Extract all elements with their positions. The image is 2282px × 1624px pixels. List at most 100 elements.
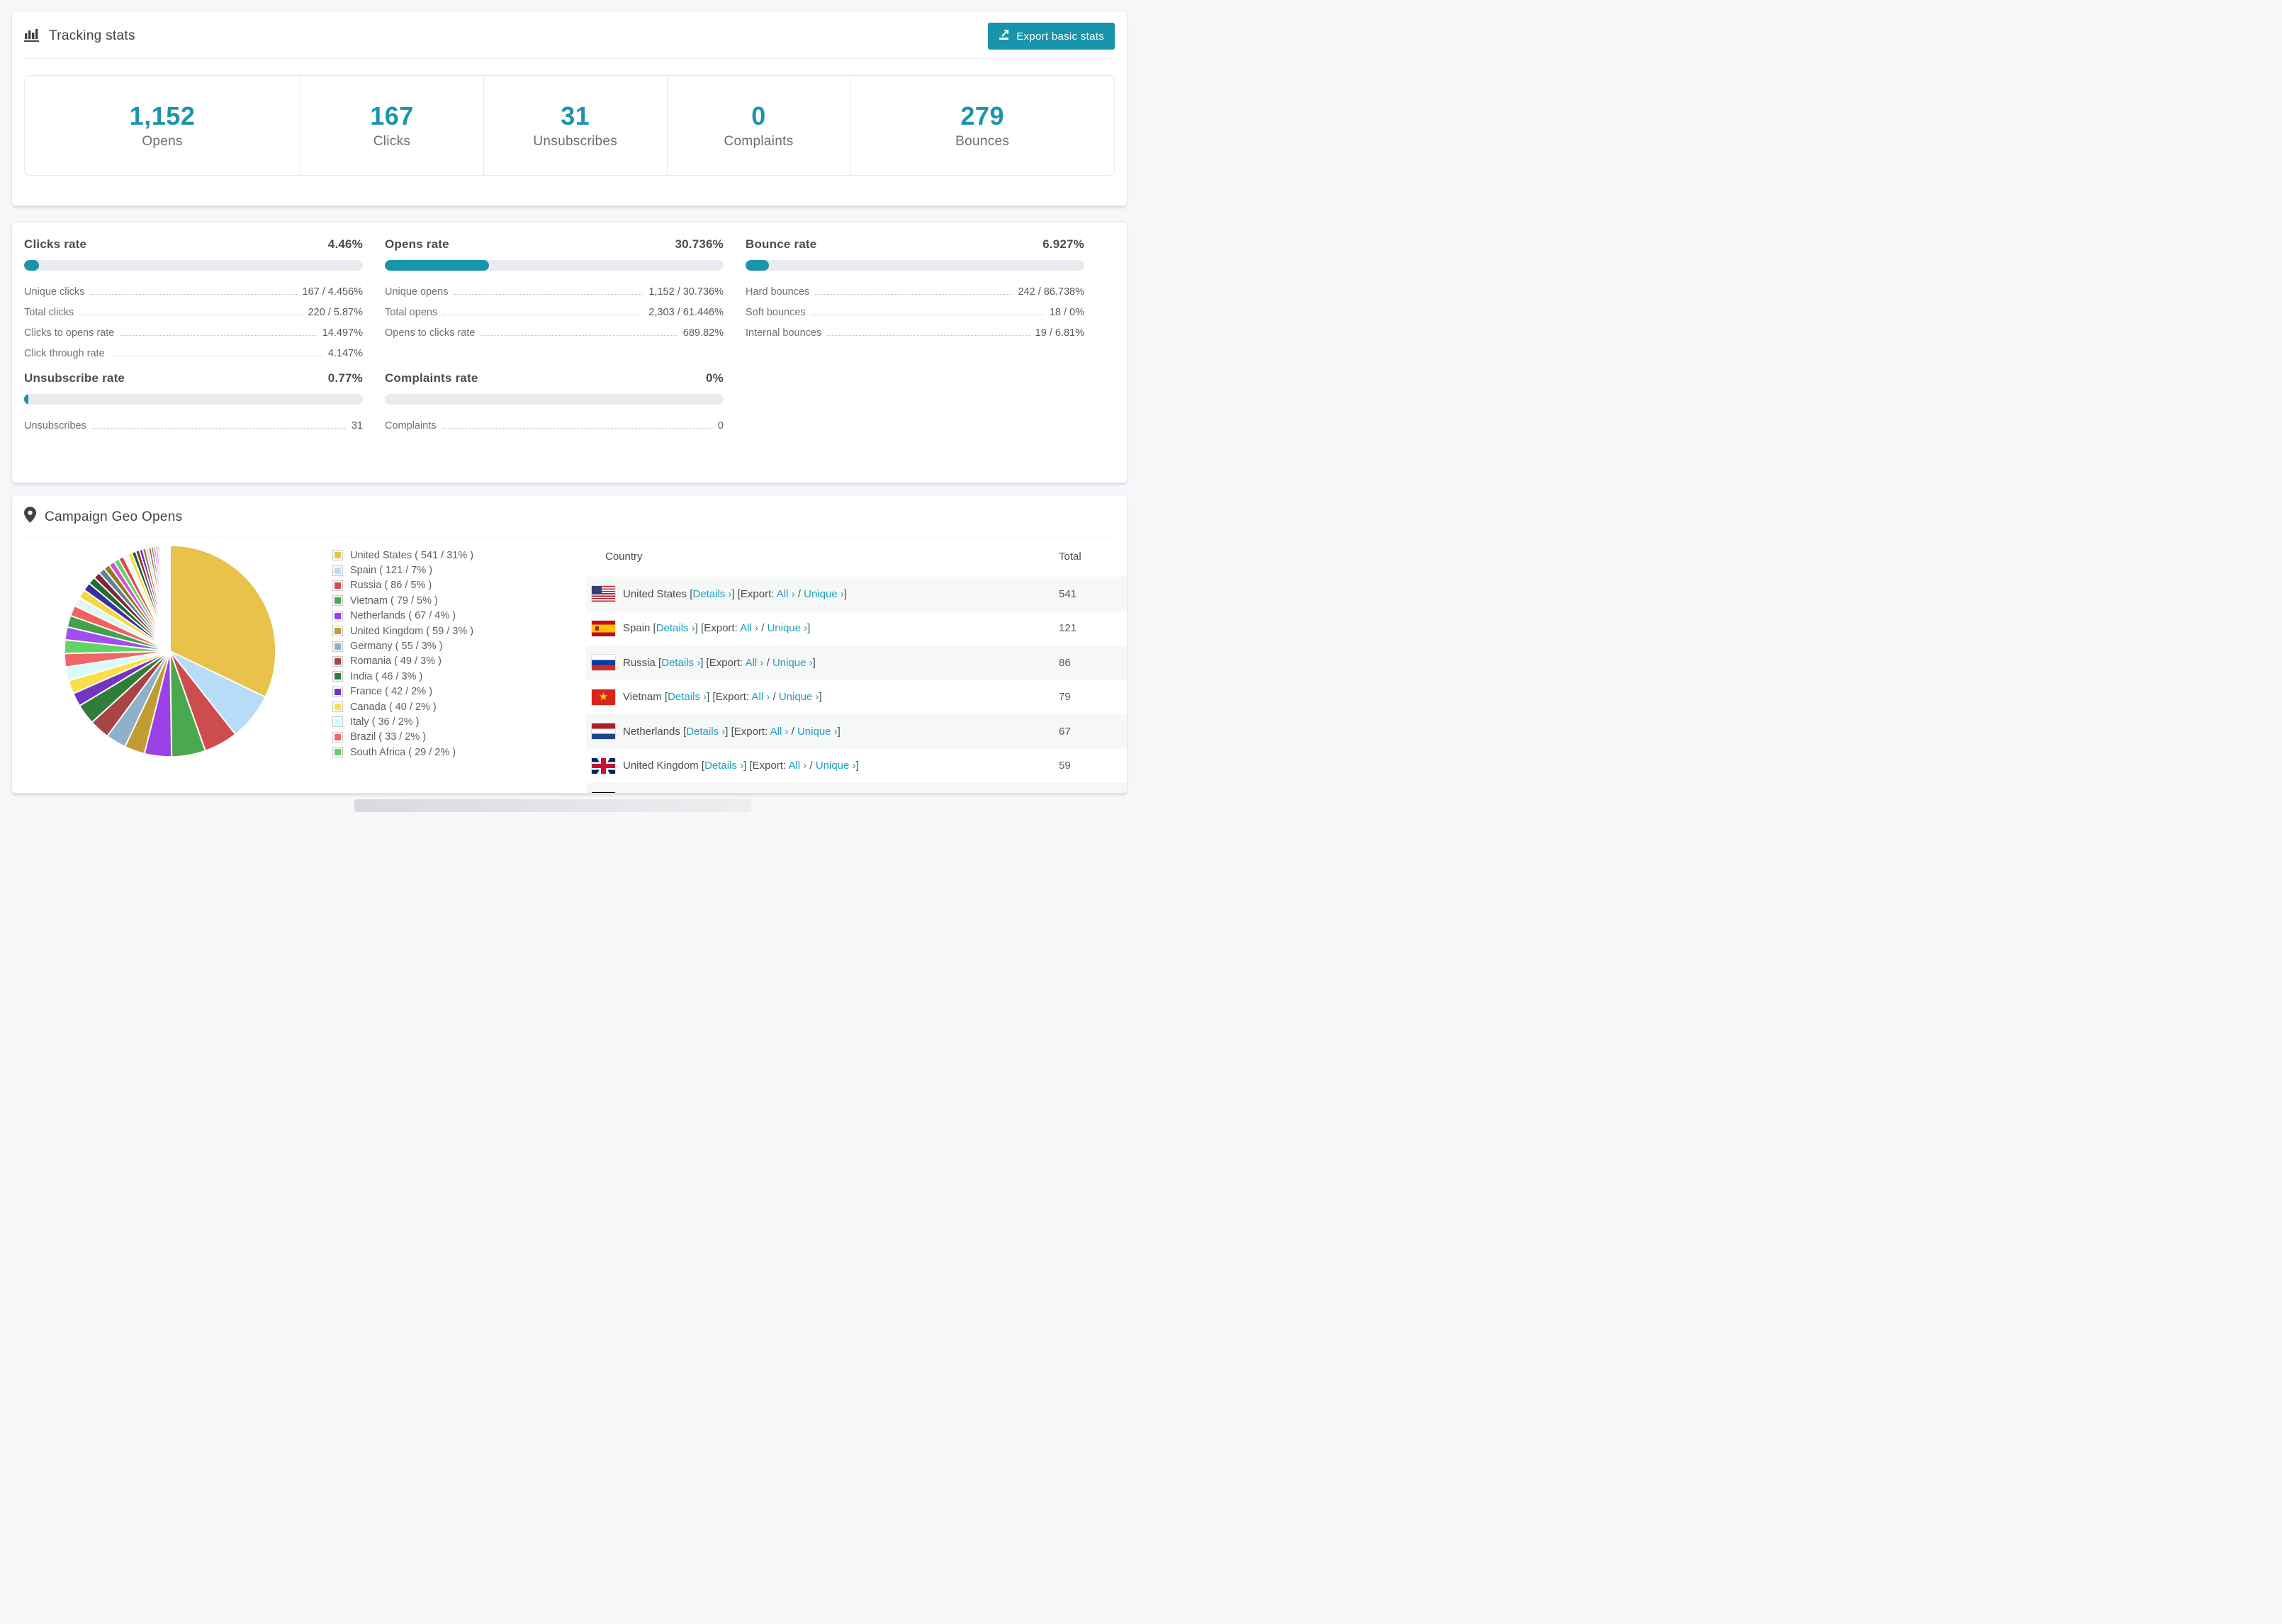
rate-value: 0% — [706, 371, 724, 385]
rate-row-value: 689.82% — [682, 327, 724, 339]
rate-value: 0.77% — [327, 371, 363, 385]
legend-item: Romania ( 49 / 3% ) — [332, 654, 473, 669]
legend-swatch — [332, 565, 343, 576]
details-link[interactable]: Details › — [661, 657, 700, 669]
legend-swatch — [332, 610, 343, 621]
legend-item: France ( 42 / 2% ) — [332, 684, 473, 699]
stat-value: 167 — [370, 101, 414, 130]
stat-label: Unsubscribes — [533, 134, 618, 149]
bar-chart-icon — [24, 27, 40, 46]
legend-swatch — [332, 731, 343, 743]
dotted-leader — [91, 428, 346, 429]
rate-row-label: Complaints — [385, 420, 437, 432]
horizontal-scrollbar-thumb[interactable] — [354, 799, 751, 812]
progress-bar-fill — [746, 260, 770, 271]
rate-title: Clicks rate — [24, 237, 87, 251]
table-row: Russia [Details ›] [Export: All › / Uniq… — [586, 645, 1127, 680]
legend-label: Vietnam ( 79 / 5% ) — [350, 594, 438, 607]
rates-card: Clicks rate 4.46% Unique clicks 167 / 4.456… — [11, 221, 1128, 483]
rate-row: Click through rate 4.147% — [24, 341, 363, 361]
progress-bar-fill — [385, 260, 489, 271]
rate-row-value: 4.147% — [327, 348, 363, 359]
rate-row-value: 1,152 / 30.736% — [648, 286, 724, 298]
legend-swatch — [332, 626, 343, 637]
rate-row: Opens to clicks rate 689.82% — [385, 320, 724, 341]
stat-card: 31 Unsubscribes — [483, 76, 667, 175]
export-all-link[interactable]: All › — [751, 691, 770, 703]
rate-block-header: Clicks rate 4.46% — [24, 237, 363, 252]
export-unique-link[interactable]: Unique › — [797, 726, 838, 738]
export-basic-stats-button[interactable]: Export basic stats — [988, 23, 1115, 50]
details-link[interactable]: Details › — [704, 760, 743, 772]
export-all-link[interactable]: All › — [788, 760, 806, 772]
rate-row-label: Total opens — [385, 307, 438, 318]
total-cell: 86 — [1059, 656, 1071, 669]
rate-row: Total clicks 220 / 5.87% — [24, 300, 363, 320]
legend-item: India ( 46 / 3% ) — [332, 669, 473, 684]
country-cell: Netherlands [Details ›] [Export: All › /… — [586, 723, 1059, 740]
stat-value: 279 — [960, 101, 1004, 130]
table-row: Vietnam [Details ›] [Export: All › / Uni… — [586, 680, 1127, 715]
legend-item: Netherlands ( 67 / 4% ) — [332, 609, 473, 624]
rate-block: Unsubscribe rate 0.77% Unsubscribes 31 — [24, 361, 363, 434]
export-button-label: Export basic stats — [1016, 30, 1104, 43]
de-flag-icon — [592, 792, 615, 793]
table-row: United Kingdom [Details ›] [Export: All … — [586, 749, 1127, 784]
legend-swatch — [332, 701, 343, 713]
rate-row-value: 167 / 4.456% — [302, 286, 363, 298]
vn-flag-icon — [592, 689, 615, 705]
rate-rows: Unsubscribes 31 — [24, 413, 363, 434]
export-all-link[interactable]: All › — [740, 622, 758, 634]
dotted-leader — [120, 335, 317, 336]
progress-bar-track — [746, 260, 1084, 271]
geo-table-rows: United States [Details ›] [Export: All ›… — [586, 577, 1127, 793]
rate-block-header: Opens rate 30.736% — [385, 237, 724, 252]
campaign-geo-opens-card: Campaign Geo Opens United States ( 541 /… — [11, 495, 1128, 794]
country-links-text: Netherlands [Details ›] [Export: All › /… — [623, 725, 841, 738]
export-all-link[interactable]: All › — [777, 588, 795, 600]
tracking-stats-header: Tracking stats Export basic stats — [12, 11, 1127, 58]
export-unique-link[interactable]: Unique › — [779, 691, 819, 703]
table-row: Spain [Details ›] [Export: All › / Uniqu… — [586, 611, 1127, 646]
country-cell: Spain [Details ›] [Export: All › / Uniqu… — [586, 620, 1059, 636]
geo-table: Country Total United States [Details ›] … — [586, 536, 1127, 793]
rate-row: Soft bounces 18 / 0% — [746, 300, 1084, 320]
legend-item: Russia ( 86 / 5% ) — [332, 578, 473, 593]
details-link[interactable]: Details › — [668, 691, 707, 703]
details-link[interactable]: Details › — [686, 726, 725, 738]
rate-title: Opens rate — [385, 237, 449, 251]
rate-value: 30.736% — [675, 237, 724, 251]
rate-block: Bounce rate 6.927% Hard bounces 242 / 86.73… — [746, 227, 1084, 361]
rate-row-value: 14.497% — [322, 327, 363, 339]
stats-panel: 1,152 Opens 167 Clicks 31 Unsubscribes 0 Compla… — [24, 75, 1115, 176]
export-unique-link[interactable]: Unique › — [767, 622, 807, 634]
stat-card: 167 Clicks — [300, 76, 483, 175]
rate-rows: Unique opens 1,152 / 30.736% Total opens 2,… — [385, 279, 724, 341]
country-links-text: Spain [Details ›] [Export: All › / Uniqu… — [623, 622, 811, 635]
stat-value: 31 — [561, 101, 590, 130]
total-cell: 67 — [1059, 725, 1071, 738]
rate-row: Clicks to opens rate 14.497% — [24, 320, 363, 341]
geo-title-wrap: Campaign Geo Opens — [24, 507, 182, 527]
legend-swatch — [332, 686, 343, 697]
legend-label: United Kingdom ( 59 / 3% ) — [350, 625, 474, 637]
stat-card: 0 Complaints — [666, 76, 850, 175]
total-cell: 59 — [1059, 760, 1071, 772]
rate-title: Complaints rate — [385, 371, 478, 385]
rate-row-value: 220 / 5.87% — [308, 307, 363, 318]
page-title: Tracking stats — [49, 28, 135, 43]
export-unique-link[interactable]: Unique › — [816, 760, 856, 772]
stat-label: Bounces — [955, 134, 1010, 149]
export-unique-link[interactable]: Unique › — [772, 657, 813, 669]
rate-rows: Hard bounces 242 / 86.738% Soft bounces 18 … — [746, 279, 1084, 341]
export-all-link[interactable]: All › — [746, 657, 764, 669]
country-cell: United Kingdom [Details ›] [Export: All … — [586, 757, 1059, 774]
export-all-link[interactable]: All › — [770, 726, 789, 738]
es-flag-icon — [592, 620, 615, 636]
progress-bar-fill — [24, 260, 40, 271]
details-link[interactable]: Details › — [656, 622, 695, 634]
rate-rows: Complaints 0 — [385, 413, 724, 434]
stat-label: Clicks — [373, 134, 411, 149]
details-link[interactable]: Details › — [692, 588, 731, 600]
export-unique-link[interactable]: Unique › — [804, 588, 844, 600]
